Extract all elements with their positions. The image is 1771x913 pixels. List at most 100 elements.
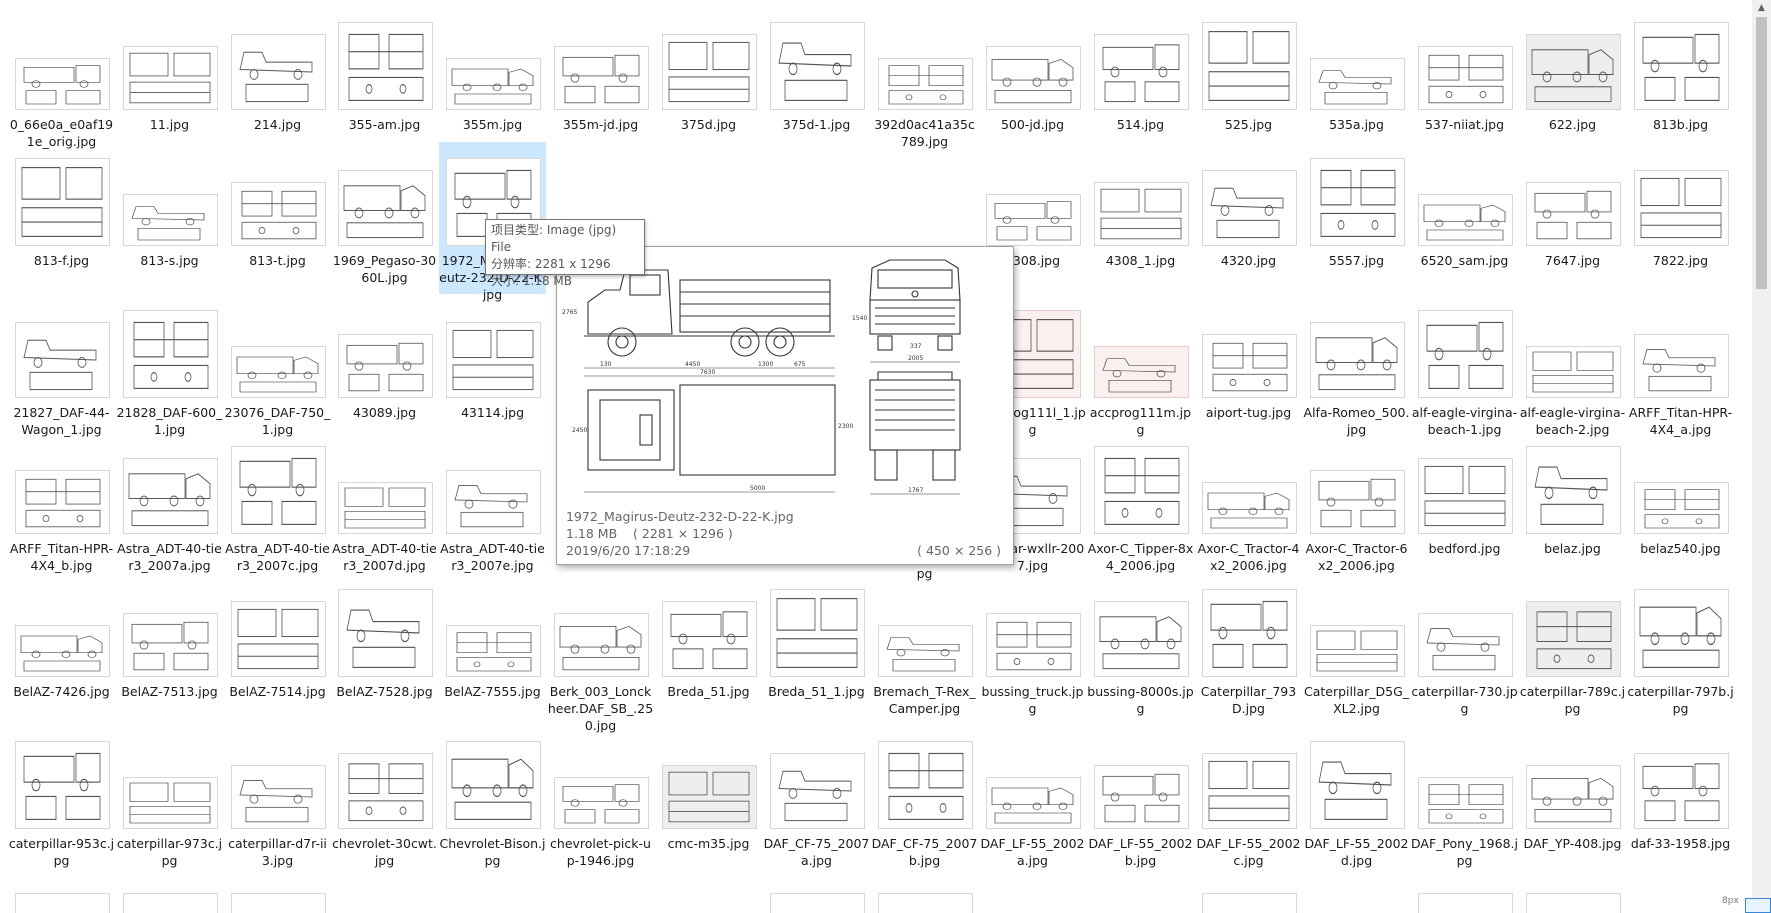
file-item[interactable]: Breda_51_1.jpg [763,573,870,705]
file-thumbnail[interactable] [15,58,110,110]
file-thumbnail[interactable] [1310,158,1405,246]
file-thumbnail[interactable] [1202,170,1297,246]
file-item[interactable]: Bremach_T-Rex_Camper.jpg [871,573,978,716]
file-item[interactable]: bussing-8000s.jpg [1087,573,1194,716]
file-thumbnail[interactable] [446,470,541,534]
file-thumbnail[interactable] [1634,334,1729,398]
file-thumbnail[interactable] [1418,777,1513,829]
file-thumbnail[interactable] [1202,334,1297,398]
file-thumbnail[interactable] [338,753,433,829]
file-item[interactable]: 43114.jpg [439,294,546,426]
file-item[interactable]: 813-t.jpg [224,142,331,274]
file-item[interactable]: 355-am.jpg [331,6,438,138]
file-item[interactable]: 7647.jpg [1519,142,1626,274]
file-item[interactable]: Astra_ADT-40-tier3_2007d.jpg [331,430,438,573]
file-thumbnail[interactable] [986,46,1081,110]
file-thumbnail[interactable] [1634,482,1729,534]
file-item[interactable]: 21827_DAF-44-Wagon_1.jpg [8,294,115,437]
file-item[interactable]: 392d0ac41a35c789.jpg [871,6,978,149]
file-item[interactable]: caterpillar-973c.jpg [116,725,223,868]
partial-thumbnail[interactable] [123,893,218,913]
file-thumbnail[interactable] [1310,741,1405,829]
file-item[interactable]: DAF_LF-55_2002d.jpg [1303,725,1410,868]
file-thumbnail[interactable] [878,625,973,677]
file-thumbnail[interactable] [123,613,218,677]
file-thumbnail[interactable] [1094,182,1189,246]
file-item[interactable]: DAF_YP-408.jpg [1519,725,1626,857]
file-thumbnail[interactable] [338,170,433,246]
file-item[interactable]: 355m.jpg [439,6,546,138]
file-item[interactable]: Axor-C_Tractor-4x2_2006.jpg [1195,430,1302,573]
file-thumbnail[interactable] [15,741,110,829]
file-item[interactable]: 813-s.jpg [116,142,223,274]
file-thumbnail[interactable] [986,613,1081,677]
file-thumbnail[interactable] [231,765,326,829]
file-item[interactable]: daf-33-1958.jpg [1627,725,1734,857]
file-thumbnail[interactable] [338,334,433,398]
file-item[interactable]: Astra_ADT-40-tier3_2007c.jpg [224,430,331,573]
vertical-scrollbar[interactable]: ▲ [1752,0,1771,913]
file-thumbnail[interactable] [1094,765,1189,829]
file-thumbnail[interactable] [1526,446,1621,534]
file-thumbnail[interactable] [986,777,1081,829]
partial-thumbnail[interactable] [1418,893,1513,913]
file-item[interactable]: Breda_51.jpg [655,573,762,705]
file-item[interactable]: 5557.jpg [1303,142,1410,274]
file-thumbnail[interactable] [1418,46,1513,110]
file-item[interactable]: 214.jpg [224,6,331,138]
file-item[interactable]: accprog111m.jpg [1087,294,1194,437]
file-thumbnail[interactable] [662,765,757,829]
file-item[interactable]: BelAZ-7528.jpg [331,573,438,705]
file-thumbnail[interactable] [1634,753,1729,829]
file-thumbnail[interactable] [1310,58,1405,110]
file-thumbnail[interactable] [231,601,326,677]
partial-thumbnail[interactable] [231,893,326,913]
file-thumbnail[interactable] [231,446,326,534]
file-item[interactable]: 375d-1.jpg [763,6,870,138]
file-thumbnail[interactable] [1418,458,1513,534]
file-item[interactable]: ARFF_Titan-HPR-4X4_b.jpg [8,430,115,573]
file-thumbnail[interactable] [770,589,865,677]
partial-thumbnail[interactable] [1526,893,1621,913]
file-item[interactable]: Astra_ADT-40-tier3_2007a.jpg [116,430,223,573]
file-thumbnail[interactable] [1094,346,1189,398]
file-thumbnail[interactable] [1202,753,1297,829]
file-thumbnail[interactable] [1418,194,1513,246]
file-item[interactable]: belaz540.jpg [1627,430,1734,562]
file-thumbnail[interactable] [231,346,326,398]
file-thumbnail[interactable] [1418,310,1513,398]
file-thumbnail[interactable] [1526,182,1621,246]
file-item[interactable]: caterpillar-d7r-ii3.jpg [224,725,331,868]
file-thumbnail[interactable] [231,182,326,246]
file-thumbnail[interactable] [338,589,433,677]
file-item[interactable]: ARFF_Titan-HPR-4X4_a.jpg [1627,294,1734,437]
file-item[interactable]: 375d.jpg [655,6,762,138]
file-thumbnail[interactable] [1202,589,1297,677]
file-item[interactable]: alf-eagle-virgina-beach-1.jpg [1411,294,1518,437]
file-item[interactable]: Caterpillar_D5G_XL2.jpg [1303,573,1410,716]
partial-thumbnail[interactable] [15,893,110,913]
file-item[interactable]: Axor-C_Tipper-8x4_2006.jpg [1087,430,1194,573]
file-item[interactable]: 813-f.jpg [8,142,115,274]
file-item[interactable]: Axor-C_Tractor-6x2_2006.jpg [1303,430,1410,573]
file-thumbnail[interactable] [1418,613,1513,677]
file-thumbnail[interactable] [123,458,218,534]
file-item[interactable]: BelAZ-7555.jpg [439,573,546,705]
file-item[interactable]: chevrolet-30cwt.jpg [331,725,438,868]
file-item[interactable]: bedford.jpg [1411,430,1518,562]
file-thumbnail[interactable] [554,777,649,829]
file-item[interactable]: alf-eagle-virgina-beach-2.jpg [1519,294,1626,437]
file-thumbnail[interactable] [1094,601,1189,677]
file-thumbnail[interactable] [15,322,110,398]
file-item[interactable]: DAF_LF-55_2002c.jpg [1195,725,1302,868]
partial-thumbnail[interactable] [1202,893,1297,913]
file-thumbnail[interactable] [446,625,541,677]
file-thumbnail[interactable] [1634,170,1729,246]
file-thumbnail[interactable] [123,310,218,398]
file-thumbnail[interactable] [1202,482,1297,534]
file-thumbnail[interactable] [1634,589,1729,677]
file-item[interactable]: 21828_DAF-600_1.jpg [116,294,223,437]
file-item[interactable]: 813b.jpg [1627,6,1734,138]
file-item[interactable]: 537-niiat.jpg [1411,6,1518,138]
file-item[interactable]: DAF_Pony_1968.jpg [1411,725,1518,868]
